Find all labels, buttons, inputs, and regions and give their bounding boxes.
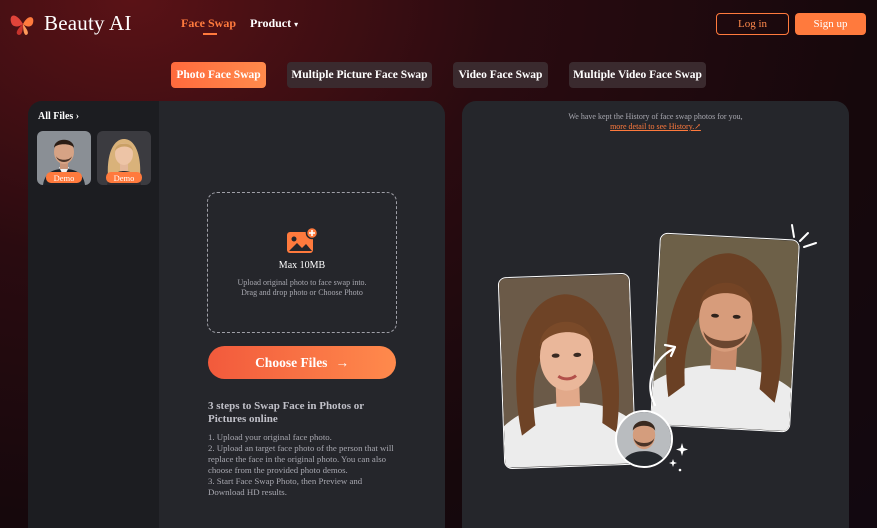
- sparkle-stars-icon: [669, 443, 688, 472]
- demo-badge: Demo: [46, 172, 82, 183]
- step-item-1: 1. Upload your original face photo.: [208, 432, 332, 442]
- files-sidebar: All Files › Demo Demo: [28, 101, 159, 528]
- logo[interactable]: Beauty AI: [8, 8, 132, 38]
- demo-thumbnail-man[interactable]: Demo: [37, 131, 91, 185]
- all-files-link[interactable]: All Files ›: [38, 111, 79, 122]
- logo-text: Beauty AI: [44, 10, 132, 35]
- upload-dropzone[interactable]: Max 10MB Upload original photo to face s…: [207, 192, 397, 333]
- history-note-text: We have kept the History of face swap ph…: [568, 112, 743, 121]
- history-note: We have kept the History of face swap ph…: [462, 112, 849, 132]
- caret-down-icon: ▾: [294, 19, 299, 29]
- nav-face-swap[interactable]: Face Swap: [181, 16, 236, 35]
- sparkle-lines-icon: [791, 224, 817, 248]
- demo-thumbnail-woman[interactable]: Demo: [97, 131, 151, 185]
- all-files-label: All Files: [38, 111, 74, 122]
- upload-hint-line-2: Drag and drop photo or Choose Photo: [241, 288, 363, 297]
- mode-tabs: Photo Face Swap Multiple Picture Face Sw…: [0, 62, 877, 88]
- choose-files-label: Choose Files: [255, 354, 328, 370]
- top-header: Beauty AI Face Swap Product ▾ Log in Sig…: [0, 0, 877, 50]
- max-size-label: Max 10MB: [278, 260, 326, 271]
- tab-photo-face-swap[interactable]: Photo Face Swap: [171, 62, 266, 88]
- nav-product[interactable]: Product ▾: [250, 16, 298, 31]
- swap-arrow-icon: [649, 343, 677, 407]
- step-item-2: 2. Upload an target face photo of the pe…: [208, 443, 394, 475]
- demo-badge: Demo: [106, 172, 142, 183]
- steps-list: 1. Upload your original face photo. 2. U…: [208, 432, 398, 498]
- preview-panel: We have kept the History of face swap ph…: [462, 101, 849, 528]
- arrow-right-icon: →: [335, 354, 349, 370]
- chevron-right-icon: ›: [75, 111, 80, 122]
- upload-panel: All Files › Demo Demo Max 10MB Upload or…: [28, 101, 445, 528]
- tab-multiple-picture-face-swap[interactable]: Multiple Picture Face Swap: [287, 62, 432, 88]
- upload-hint: Upload original photo to face swap into.…: [218, 278, 386, 298]
- steps-title: 3 steps to Swap Face in Photos or Pictur…: [208, 400, 364, 425]
- add-image-icon: [287, 227, 318, 253]
- upload-hint-line-1: Upload original photo to face swap into.: [237, 278, 367, 287]
- tab-multiple-video-face-swap[interactable]: Multiple Video Face Swap: [569, 62, 706, 88]
- choose-files-button[interactable]: Choose Files →: [208, 346, 396, 379]
- man-face-image: [617, 412, 671, 466]
- target-face-circle: [615, 410, 673, 468]
- signup-button[interactable]: Sign up: [795, 13, 866, 35]
- butterfly-icon: [10, 15, 34, 35]
- step-item-3: 3. Start Face Swap Photo, then Preview a…: [208, 476, 363, 497]
- nav-product-label: Product: [250, 16, 292, 30]
- main-nav: Face Swap Product ▾: [181, 16, 298, 35]
- login-button[interactable]: Log in: [716, 13, 789, 35]
- history-link[interactable]: more detail to see History.↗: [462, 122, 849, 132]
- tab-video-face-swap[interactable]: Video Face Swap: [453, 62, 548, 88]
